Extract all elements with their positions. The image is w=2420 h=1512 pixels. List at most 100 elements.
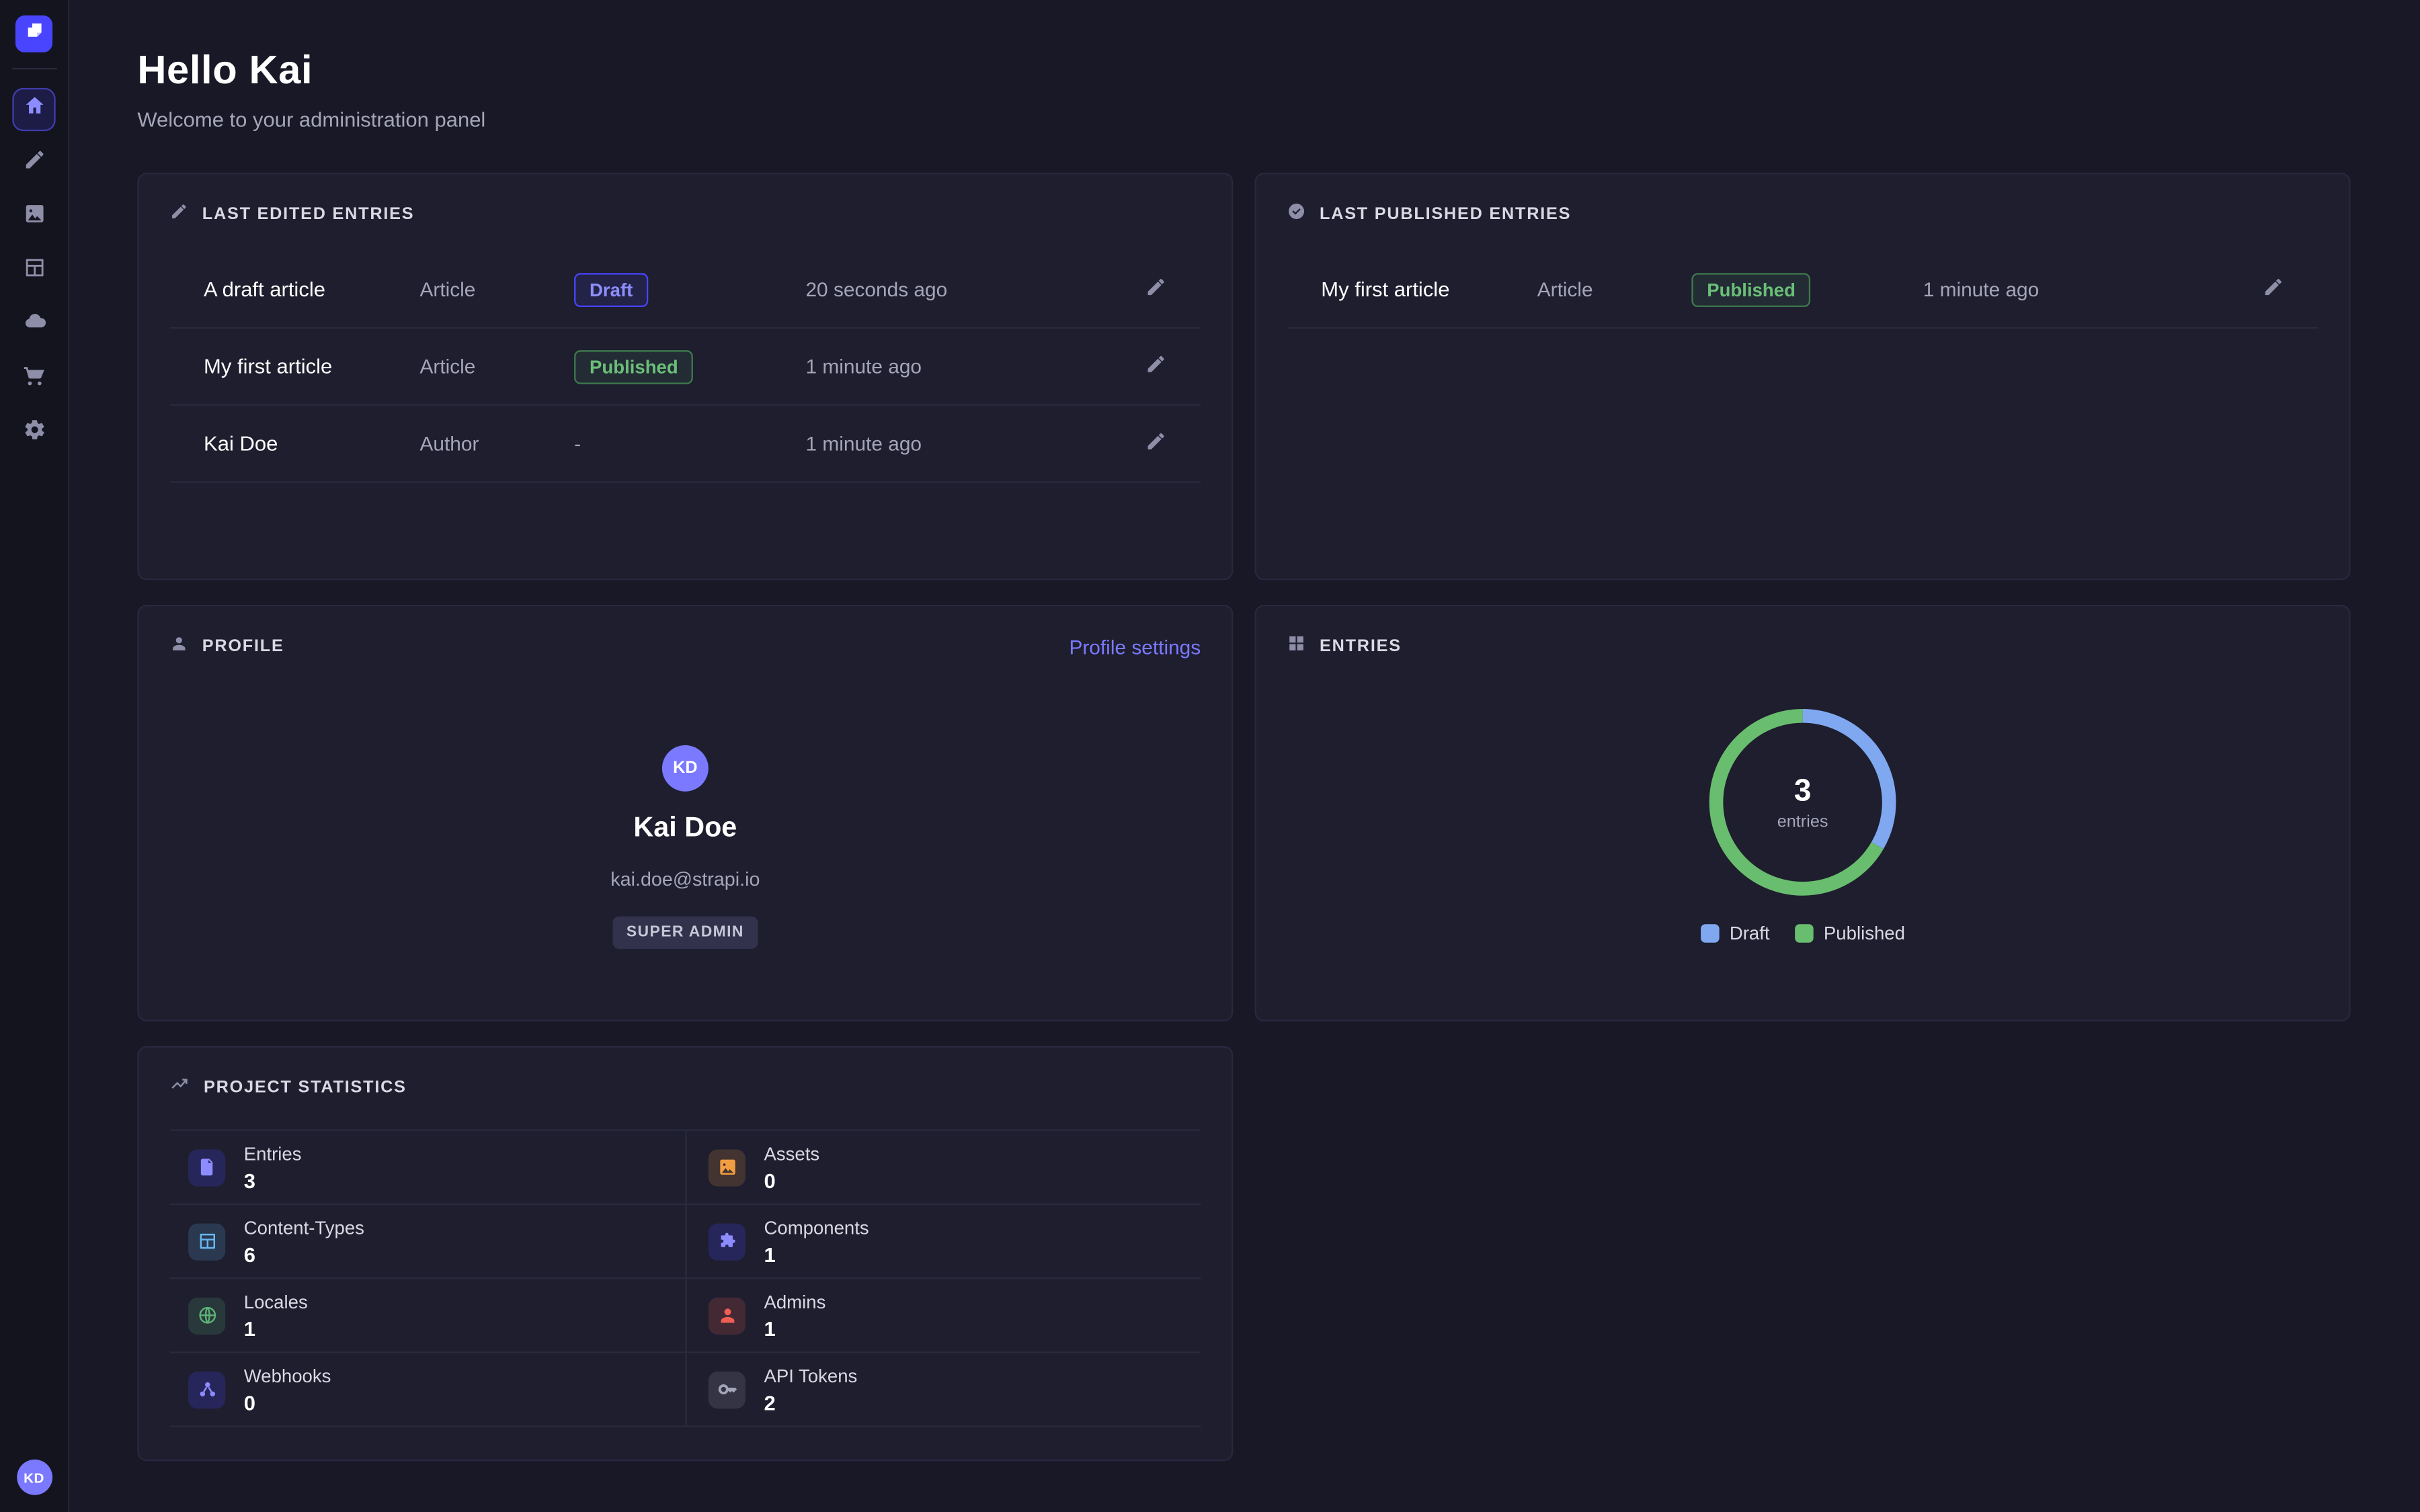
table-row[interactable]: Kai Doe Author - 1 minute ago xyxy=(170,406,1201,483)
locales-globe-icon xyxy=(188,1297,225,1334)
status-badge: Published xyxy=(574,349,694,384)
card-header: ENTRIES xyxy=(1256,606,2349,677)
stat-value: 0 xyxy=(764,1169,819,1191)
card-title: LAST EDITED ENTRIES xyxy=(202,205,415,224)
table-row[interactable]: My first article Article Published 1 min… xyxy=(1287,251,2318,329)
card-header: LAST EDITED ENTRIES xyxy=(139,174,1232,245)
entry-time: 1 minute ago xyxy=(805,432,1127,455)
stat-components: Components 1 xyxy=(685,1205,1201,1277)
webhooks-icon xyxy=(188,1371,225,1408)
stat-admins: Admins 1 xyxy=(685,1279,1201,1351)
user-avatar[interactable]: KD xyxy=(16,1460,52,1495)
status-badge: Draft xyxy=(574,272,648,306)
sidebar-divider xyxy=(11,68,56,69)
stat-value: 0 xyxy=(244,1391,331,1414)
stat-label: API Tokens xyxy=(764,1365,857,1386)
sidebar-item-cloud[interactable] xyxy=(12,304,55,347)
edit-entry-button[interactable] xyxy=(1127,270,1167,308)
entries-file-icon xyxy=(188,1148,225,1185)
edit-entry-button[interactable] xyxy=(2244,270,2284,308)
chart-legend: Draft Published xyxy=(1700,923,1905,944)
entries-card: ENTRIES 3 entries xyxy=(1255,605,2351,1021)
pencil-icon xyxy=(1145,431,1167,457)
profile-email: kai.doe@strapi.io xyxy=(610,869,760,890)
role-badge: SUPER ADMIN xyxy=(612,917,758,949)
profile-body: KD Kai Doe kai.doe@strapi.io SUPER ADMIN xyxy=(139,677,1232,949)
stat-label: Content-Types xyxy=(244,1216,364,1238)
entry-name: Kai Doe xyxy=(204,432,419,455)
card-title: ENTRIES xyxy=(1320,637,1402,656)
sidebar: KD xyxy=(0,0,69,1512)
table-row[interactable]: A draft article Article Draft 20 seconds… xyxy=(170,251,1201,329)
edit-entry-button[interactable] xyxy=(1127,424,1167,462)
strapi-logo-icon xyxy=(24,20,44,48)
entries-chart-area: 3 entries Draft Published xyxy=(1256,705,2349,944)
stat-locales: Locales 1 xyxy=(170,1279,686,1351)
entry-type: Author xyxy=(419,432,574,455)
shopping-cart-icon xyxy=(22,364,45,395)
entries-grid-icon xyxy=(1287,632,1306,660)
legend-item-published: Published xyxy=(1794,923,1905,944)
cloud-icon xyxy=(22,310,45,341)
stat-label: Webhooks xyxy=(244,1365,331,1386)
main-content: Hello Kai Welcome to your administration… xyxy=(69,0,2420,1512)
legend-item-draft: Draft xyxy=(1700,923,1769,944)
table-row[interactable]: My first article Article Published 1 min… xyxy=(170,329,1201,406)
stats-table: Entries 3 Assets 0 xyxy=(170,1130,1201,1427)
last-edited-entries-card: LAST EDITED ENTRIES A draft article Arti… xyxy=(137,173,1233,580)
content-types-layout-icon xyxy=(188,1223,225,1260)
legend-label: Published xyxy=(1824,923,1905,944)
sidebar-item-settings[interactable] xyxy=(12,412,55,455)
sidebar-item-content-manager[interactable] xyxy=(12,142,55,185)
api-tokens-key-icon xyxy=(709,1371,745,1408)
sidebar-item-media-library[interactable] xyxy=(12,196,55,239)
status-badge: Published xyxy=(1691,272,1811,306)
stat-value: 1 xyxy=(764,1317,825,1340)
stat-value: 1 xyxy=(764,1243,869,1265)
stat-entries: Entries 3 xyxy=(170,1131,686,1204)
entry-type: Article xyxy=(1537,278,1692,300)
stat-label: Entries xyxy=(244,1142,302,1164)
card-title: PROFILE xyxy=(202,637,284,656)
stat-label: Components xyxy=(764,1216,869,1238)
published-swatch xyxy=(1794,924,1813,943)
stat-assets: Assets 0 xyxy=(685,1131,1201,1204)
sidebar-item-content-type-builder[interactable] xyxy=(12,250,55,293)
last-edited-table: A draft article Article Draft 20 seconds… xyxy=(170,251,1201,482)
legend-label: Draft xyxy=(1730,923,1770,944)
pencil-icon xyxy=(170,200,189,228)
stat-value: 3 xyxy=(244,1169,302,1191)
stat-webhooks: Webhooks 0 xyxy=(170,1353,686,1426)
last-published-entries-card: LAST PUBLISHED ENTRIES My first article … xyxy=(1255,173,2351,580)
profile-settings-link[interactable]: Profile settings xyxy=(1069,635,1201,658)
stat-content-types: Content-Types 6 xyxy=(170,1205,686,1277)
stat-value: 1 xyxy=(244,1317,308,1340)
draft-swatch xyxy=(1700,924,1719,943)
profile-name: Kai Doe xyxy=(633,812,737,844)
stat-label: Assets xyxy=(764,1142,819,1164)
check-circle-icon xyxy=(1287,200,1306,228)
page-subtitle: Welcome to your administration panel xyxy=(137,108,2350,131)
entry-time: 1 minute ago xyxy=(805,355,1127,378)
strapi-logo[interactable] xyxy=(15,15,52,52)
admins-person-icon xyxy=(709,1297,745,1334)
sidebar-item-marketplace[interactable] xyxy=(12,358,55,401)
assets-image-icon xyxy=(709,1148,745,1185)
pencil-icon xyxy=(2263,276,2284,302)
project-statistics-card: PROJECT STATISTICS Entries 3 xyxy=(137,1046,1233,1462)
home-icon xyxy=(22,94,45,125)
dashboard-grid: LAST EDITED ENTRIES A draft article Arti… xyxy=(137,173,2350,1461)
entry-name: My first article xyxy=(1321,278,1537,300)
media-library-icon xyxy=(22,202,45,233)
profile-card: PROFILE Profile settings KD Kai Doe kai.… xyxy=(137,605,1233,1021)
stat-value: 2 xyxy=(764,1391,857,1414)
strapi-admin-dashboard: KD Hello Kai Welcome to your administrat… xyxy=(0,0,2420,1512)
sidebar-item-home[interactable] xyxy=(12,88,55,131)
edit-entry-button[interactable] xyxy=(1127,347,1167,386)
entry-name: A draft article xyxy=(204,278,419,300)
avatar: KD xyxy=(662,745,709,792)
card-title: PROJECT STATISTICS xyxy=(204,1079,407,1097)
card-header: PROFILE Profile settings xyxy=(139,606,1232,677)
card-header: PROJECT STATISTICS xyxy=(139,1048,1232,1119)
status-empty: - xyxy=(574,431,581,454)
